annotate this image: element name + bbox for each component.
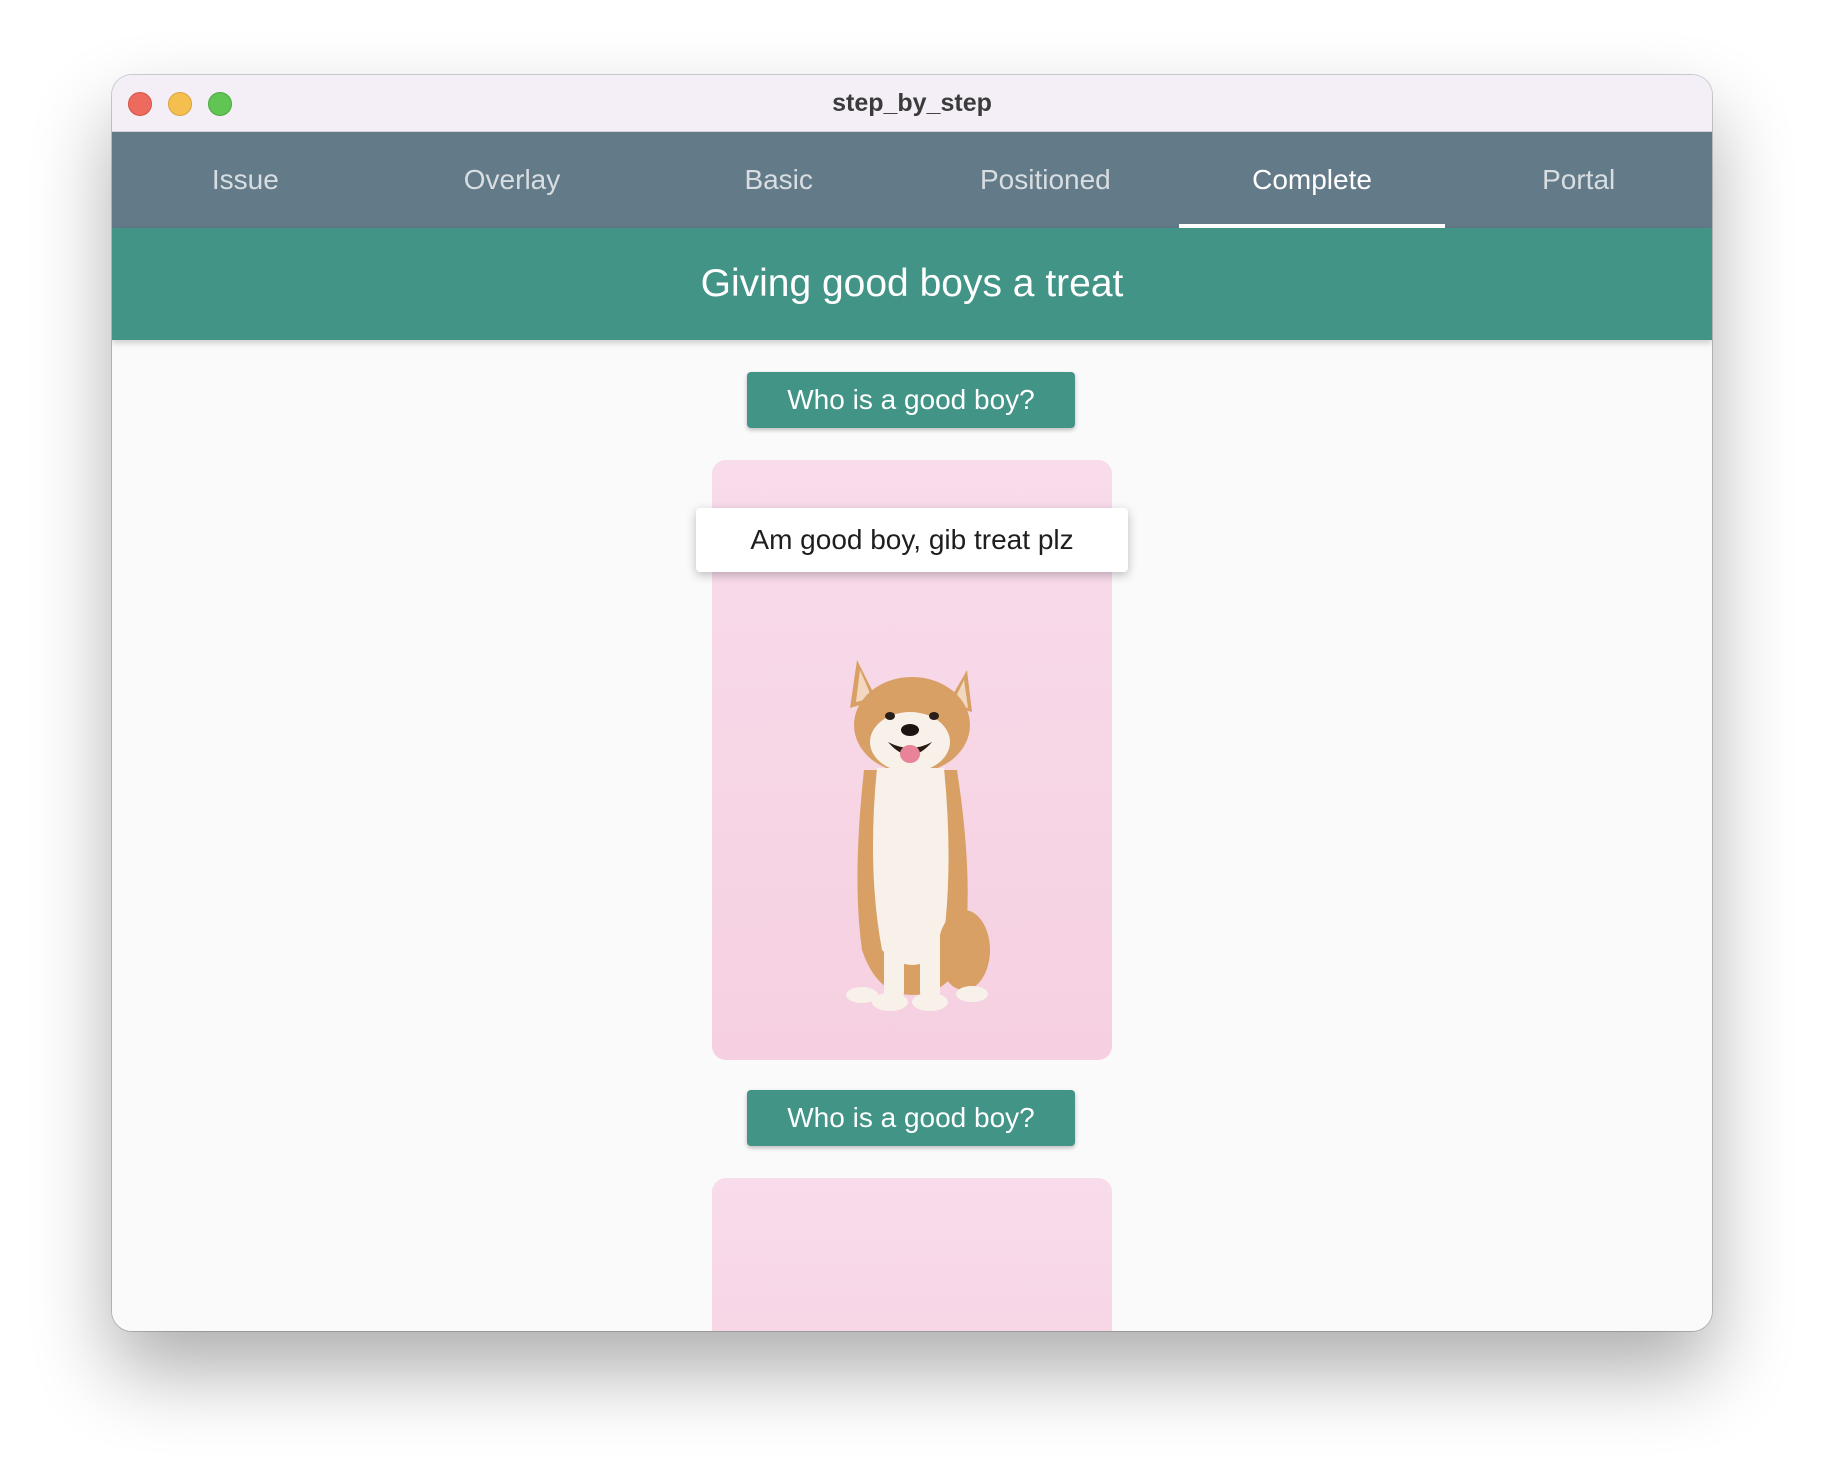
tab-positioned[interactable]: Positioned [912, 132, 1179, 228]
title-bar: step_by_step [112, 75, 1712, 132]
tab-issue[interactable]: Issue [112, 132, 379, 228]
page-title: Giving good boys a treat [700, 262, 1124, 305]
good-boy-button[interactable]: Who is a good boy? [747, 1090, 1075, 1146]
tab-portal[interactable]: Portal [1445, 132, 1712, 228]
tab-basic[interactable]: Basic [645, 132, 912, 228]
dog-image-card [712, 1178, 1112, 1331]
tab-complete[interactable]: Complete [1178, 132, 1446, 228]
tab-bar: Issue Overlay Basic Positioned Complete … [112, 132, 1712, 228]
content-list[interactable]: Who is a good boy? Am good boy, gib trea… [112, 340, 1712, 1331]
app-window: step_by_step Issue Overlay Basic Positio… [112, 75, 1712, 1331]
app-bar: Giving good boys a treat [112, 228, 1712, 340]
good-boy-button[interactable]: Who is a good boy? [747, 372, 1075, 428]
shiba-dog-image [846, 660, 990, 1011]
tab-overlay[interactable]: Overlay [379, 132, 646, 228]
window-title: step_by_step [832, 89, 992, 117]
tooltip: Am good boy, gib treat plz [696, 508, 1128, 572]
